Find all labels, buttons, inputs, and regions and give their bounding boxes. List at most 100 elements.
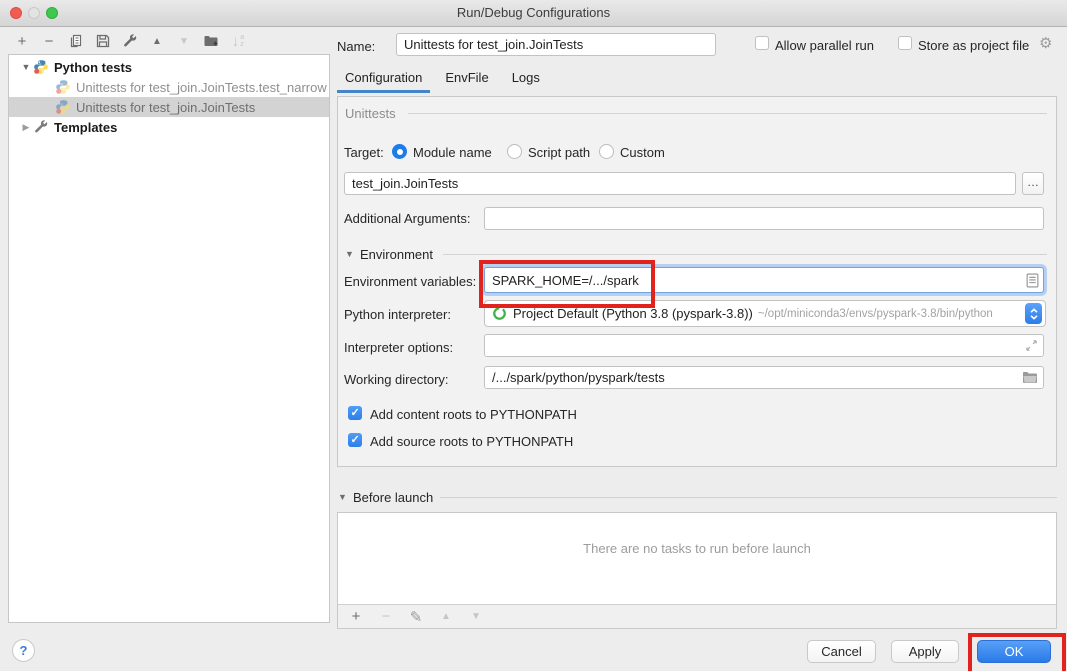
- up-triangle-icon: ▲: [441, 611, 451, 622]
- gear-icon[interactable]: ⚙: [1039, 34, 1052, 52]
- content-roots-label[interactable]: Add content roots to PYTHONPATH: [370, 407, 577, 422]
- collapse-before-launch-icon[interactable]: ▼: [338, 492, 347, 502]
- additional-arguments-input[interactable]: [484, 207, 1044, 230]
- before-launch-section-label[interactable]: Before launch: [353, 490, 433, 505]
- copy-icon: [68, 33, 84, 49]
- radio-module-name-label[interactable]: Module name: [413, 145, 492, 160]
- move-task-up-button[interactable]: ▲: [437, 608, 455, 626]
- save-icon: [95, 33, 111, 49]
- zoom-window-button[interactable]: [46, 7, 58, 19]
- tree-item-test-narrow[interactable]: Unittests for test_join.JoinTests.test_n…: [9, 77, 329, 97]
- collapse-environment-icon[interactable]: ▼: [345, 249, 354, 259]
- tab-envfile[interactable]: EnvFile: [437, 66, 496, 91]
- run-debug-configurations-dialog: Run/Debug Configurations + − ▲ ▼ ↓ az ▼: [0, 0, 1067, 671]
- minus-icon: −: [382, 608, 391, 625]
- config-tabs: Configuration EnvFile Logs: [337, 66, 555, 91]
- section-divider: [440, 497, 1057, 498]
- interpreter-path: ~/opt/miniconda3/envs/pyspark-3.8/bin/py…: [758, 308, 1021, 320]
- module-name-input[interactable]: [344, 172, 1016, 195]
- edit-templates-button[interactable]: [121, 31, 139, 51]
- move-task-down-button[interactable]: ▼: [467, 608, 485, 626]
- store-as-project-file-label: Store as project file: [918, 38, 1029, 53]
- down-triangle-icon: ▼: [471, 611, 481, 622]
- down-triangle-icon: ▼: [179, 36, 189, 47]
- name-label: Name:: [337, 39, 375, 54]
- source-roots-checkbox[interactable]: [348, 433, 362, 447]
- ok-button[interactable]: OK: [977, 640, 1051, 663]
- new-folder-button[interactable]: [202, 31, 220, 51]
- configurations-tree: ▼ Python tests Unittests for test_join.J…: [8, 54, 330, 623]
- plus-icon: +: [352, 608, 361, 625]
- radio-custom-label[interactable]: Custom: [620, 145, 665, 160]
- allow-parallel-run-label: Allow parallel run: [775, 38, 874, 53]
- move-down-button[interactable]: ▼: [175, 31, 193, 51]
- tree-item-python-tests[interactable]: ▼ Python tests: [9, 57, 329, 77]
- section-divider: [443, 254, 1047, 255]
- interpreter-options-label: Interpreter options:: [344, 340, 453, 355]
- minimize-window-button[interactable]: [28, 7, 40, 19]
- python-test-icon: [55, 79, 71, 95]
- expanded-caret-icon[interactable]: ▼: [19, 62, 33, 72]
- radio-script-path-label[interactable]: Script path: [528, 145, 590, 160]
- save-configuration-button[interactable]: [94, 31, 112, 51]
- section-divider: [408, 113, 1047, 114]
- env-vars-browse-icon[interactable]: [1026, 273, 1039, 288]
- python-interpreter-label: Python interpreter:: [344, 307, 451, 322]
- interpreter-value: Project Default (Python 3.8 (pyspark-3.8…: [513, 306, 753, 321]
- apply-button[interactable]: Apply: [891, 640, 959, 663]
- store-as-project-file-checkbox[interactable]: [898, 36, 912, 50]
- tree-item-label: Python tests: [54, 60, 132, 75]
- copy-configuration-button[interactable]: [67, 31, 85, 51]
- move-up-button[interactable]: ▲: [148, 31, 166, 51]
- wrench-icon: [122, 33, 138, 49]
- tree-item-templates[interactable]: ▶ Templates: [9, 117, 329, 137]
- browse-module-button[interactable]: …: [1022, 172, 1044, 195]
- python-tests-icon: [33, 59, 49, 75]
- close-window-button[interactable]: [10, 7, 22, 19]
- remove-task-button[interactable]: −: [377, 608, 395, 626]
- tree-item-label: Unittests for test_join.JoinTests.test_n…: [76, 80, 327, 95]
- templates-wrench-icon: [33, 119, 49, 135]
- conda-env-icon: [492, 306, 507, 321]
- allow-parallel-run-checkbox[interactable]: [755, 36, 769, 50]
- content-roots-checkbox[interactable]: [348, 406, 362, 420]
- tab-logs[interactable]: Logs: [504, 66, 548, 91]
- additional-arguments-label: Additional Arguments:: [344, 211, 470, 226]
- window-title: Run/Debug Configurations: [0, 0, 1067, 26]
- working-directory-input[interactable]: [484, 366, 1044, 389]
- sort-configurations-button[interactable]: ↓ az: [229, 31, 247, 51]
- environment-variables-input[interactable]: [484, 267, 1044, 293]
- add-configuration-button[interactable]: +: [13, 31, 31, 51]
- folder-add-icon: [203, 33, 219, 49]
- tree-item-jointests-selected[interactable]: Unittests for test_join.JoinTests: [9, 97, 329, 117]
- collapsed-caret-icon[interactable]: ▶: [19, 122, 33, 133]
- before-launch-empty-message: There are no tasks to run before launch: [338, 541, 1056, 556]
- titlebar: Run/Debug Configurations: [0, 0, 1067, 27]
- tab-configuration[interactable]: Configuration: [337, 66, 430, 91]
- tree-item-label: Unittests for test_join.JoinTests: [76, 100, 255, 115]
- add-task-button[interactable]: +: [347, 608, 365, 626]
- select-stepper-icon[interactable]: [1025, 303, 1042, 324]
- cancel-button[interactable]: Cancel: [807, 640, 876, 663]
- source-roots-label[interactable]: Add source roots to PYTHONPATH: [370, 434, 573, 449]
- working-directory-label: Working directory:: [344, 372, 449, 387]
- interpreter-options-input[interactable]: [484, 334, 1044, 357]
- edit-task-button[interactable]: ✎: [407, 608, 425, 626]
- expand-field-icon[interactable]: [1025, 339, 1038, 352]
- python-interpreter-select[interactable]: Project Default (Python 3.8 (pyspark-3.8…: [484, 300, 1046, 327]
- radio-script-path[interactable]: [507, 144, 522, 159]
- folder-icon[interactable]: [1022, 371, 1038, 384]
- radio-custom[interactable]: [599, 144, 614, 159]
- python-test-icon: [55, 99, 71, 115]
- before-launch-panel: There are no tasks to run before launch …: [337, 512, 1057, 629]
- up-triangle-icon: ▲: [152, 36, 162, 47]
- radio-module-name[interactable]: [392, 144, 407, 159]
- target-label: Target:: [344, 145, 384, 160]
- configurations-toolbar: + − ▲ ▼ ↓ az: [13, 30, 247, 52]
- remove-configuration-button[interactable]: −: [40, 31, 58, 51]
- minus-icon: −: [45, 33, 54, 50]
- environment-section-label[interactable]: Environment: [360, 247, 433, 262]
- help-button[interactable]: ?: [12, 639, 35, 662]
- tree-item-label: Templates: [54, 120, 117, 135]
- name-input[interactable]: [396, 33, 716, 56]
